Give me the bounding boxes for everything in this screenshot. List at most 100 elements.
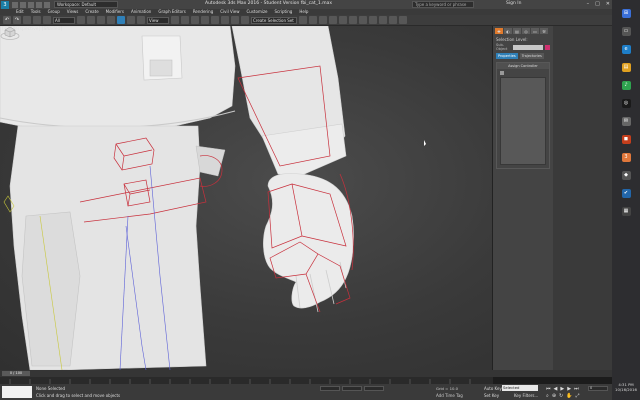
add-time-tag-button[interactable]: Add Time Tag [436, 393, 463, 398]
scene-explorer-icon[interactable] [319, 16, 327, 24]
percent-snap-icon[interactable] [221, 16, 229, 24]
key-mode-dropdown[interactable]: Selected [502, 385, 538, 391]
windows-start-icon[interactable]: ⊞ [621, 9, 631, 18]
go-to-start-icon[interactable]: ⏮ [546, 386, 551, 392]
render-production-icon[interactable] [399, 16, 407, 24]
spinner-snap-icon[interactable] [231, 16, 239, 24]
orbit-icon[interactable]: ↻ [559, 393, 563, 399]
undo-button[interactable]: ↶ [3, 16, 11, 24]
align-icon[interactable] [309, 16, 317, 24]
named-selection-sets-dropdown[interactable]: Create Selection Set [251, 16, 297, 24]
current-frame-field[interactable]: 0 [588, 386, 608, 391]
selection-filter-dropdown[interactable]: All [53, 16, 75, 24]
layer-explorer-icon[interactable] [329, 16, 337, 24]
play-icon[interactable]: ▶ [560, 386, 564, 392]
rendered-frame-window-icon[interactable] [389, 16, 397, 24]
angle-snap-icon[interactable] [211, 16, 219, 24]
redo-button[interactable]: ↷ [13, 16, 21, 24]
graphite-ribbon-icon[interactable] [339, 16, 347, 24]
perspective-viewport[interactable]: [+] [Perspective] [Shaded] [0, 26, 493, 370]
window-crossing-icon[interactable] [107, 16, 115, 24]
scene-render [0, 26, 426, 370]
properties-button[interactable]: Properties [496, 53, 518, 59]
display-tab-icon[interactable]: ▭ [531, 28, 539, 34]
edit-named-sets-icon[interactable] [241, 16, 249, 24]
unlink-icon[interactable] [33, 16, 41, 24]
sign-in-button[interactable]: Sign In [506, 1, 521, 6]
task-view-icon[interactable]: ▭ [621, 27, 631, 36]
store-icon[interactable]: ◆ [621, 171, 631, 180]
curve-editor-icon[interactable] [349, 16, 357, 24]
select-and-scale-icon[interactable] [137, 16, 145, 24]
pivot-center-icon[interactable] [171, 16, 179, 24]
visual-studio-icon[interactable]: ✔ [621, 189, 631, 198]
app-logo-icon[interactable]: 3 [1, 0, 9, 9]
mirror-icon[interactable] [299, 16, 307, 24]
zoom-icon[interactable]: ⌕ [546, 393, 549, 399]
search-input[interactable]: Type a keyword or phrase [412, 1, 474, 8]
controller-list[interactable] [500, 77, 546, 165]
close-button[interactable]: ✕ [606, 1, 610, 7]
previous-frame-icon[interactable]: ◀ [554, 386, 558, 392]
y-coordinate-field[interactable] [342, 386, 362, 391]
motion-tab-icon[interactable]: ◎ [522, 28, 530, 34]
link-icon[interactable] [23, 16, 31, 24]
reference-coordinate-dropdown[interactable]: View [147, 16, 169, 24]
playback-controls: ⏮ ◀ ▶ ▶ ⏭ [546, 386, 579, 392]
right-panel-background [553, 26, 612, 370]
utilities-tab-icon[interactable]: ⚒ [540, 28, 548, 34]
grid-size: Grid = 10.0 [436, 386, 459, 391]
sub-object-field[interactable] [513, 44, 544, 50]
material-editor-icon[interactable] [369, 16, 377, 24]
create-tab-icon[interactable]: ✚ [495, 28, 503, 34]
assign-controller-icon[interactable] [500, 71, 504, 75]
object-color-swatch[interactable] [545, 44, 550, 50]
z-coordinate-field[interactable] [364, 386, 384, 391]
taskbar-clock[interactable]: 4:31 PM 10/16/2016 [612, 382, 640, 392]
edge-browser-icon[interactable]: e [621, 45, 631, 54]
window-controls: – □ ✕ [587, 1, 610, 7]
pan-icon[interactable]: ✋ [566, 393, 572, 399]
select-object-icon[interactable] [77, 16, 85, 24]
viewcube-icon[interactable] [0, 26, 20, 40]
new-file-icon[interactable] [12, 1, 18, 8]
time-slider[interactable]: 0 / 100 [2, 371, 30, 376]
select-by-name-icon[interactable] [87, 16, 95, 24]
office-icon[interactable]: ◼ [621, 135, 631, 144]
select-and-rotate-icon[interactable] [127, 16, 135, 24]
hierarchy-tab-icon[interactable]: ▤ [513, 28, 521, 34]
workspace-dropdown[interactable]: Workspace: Default [54, 1, 118, 8]
select-and-move-icon[interactable] [117, 16, 125, 24]
modify-tab-icon[interactable]: ◐ [504, 28, 512, 34]
maximize-viewport-icon[interactable]: ⤢ [575, 393, 579, 399]
tray-app-icon[interactable]: ▦ [621, 207, 631, 216]
minimize-button[interactable]: – [587, 1, 590, 7]
x-coordinate-field[interactable] [320, 386, 340, 391]
open-file-icon[interactable] [20, 1, 26, 8]
zoom-all-icon[interactable]: ⊕ [552, 393, 556, 399]
key-filters-button[interactable]: Key Filters... [514, 393, 538, 398]
file-explorer-icon[interactable]: ▤ [621, 63, 631, 72]
redo-qat-icon[interactable] [44, 1, 50, 8]
mail-icon[interactable]: ✉ [621, 117, 631, 126]
3ds-max-taskbar-icon[interactable]: 3 [621, 153, 631, 162]
bind-space-warp-icon[interactable] [43, 16, 51, 24]
render-setup-icon[interactable] [379, 16, 387, 24]
set-key-button[interactable]: Set Key [484, 393, 499, 398]
spotify-icon[interactable]: ♪ [621, 81, 631, 90]
track-bar[interactable] [0, 377, 493, 384]
trajectories-button[interactable]: Trajectories [519, 53, 544, 59]
save-file-icon[interactable] [28, 1, 34, 8]
chrome-icon[interactable]: ◎ [621, 99, 631, 108]
keyboard-shortcut-icon[interactable] [191, 16, 199, 24]
auto-key-button[interactable]: Auto Key [484, 386, 502, 391]
schematic-view-icon[interactable] [359, 16, 367, 24]
manipulate-icon[interactable] [181, 16, 189, 24]
undo-qat-icon[interactable] [36, 1, 42, 8]
next-frame-icon[interactable]: ▶ [567, 386, 571, 392]
maximize-button[interactable]: □ [595, 1, 600, 7]
go-to-end-icon[interactable]: ⏭ [574, 386, 579, 392]
rectangle-selection-icon[interactable] [97, 16, 105, 24]
snaps-toggle-icon[interactable] [201, 16, 209, 24]
maxscript-listener-mini[interactable] [2, 386, 32, 398]
